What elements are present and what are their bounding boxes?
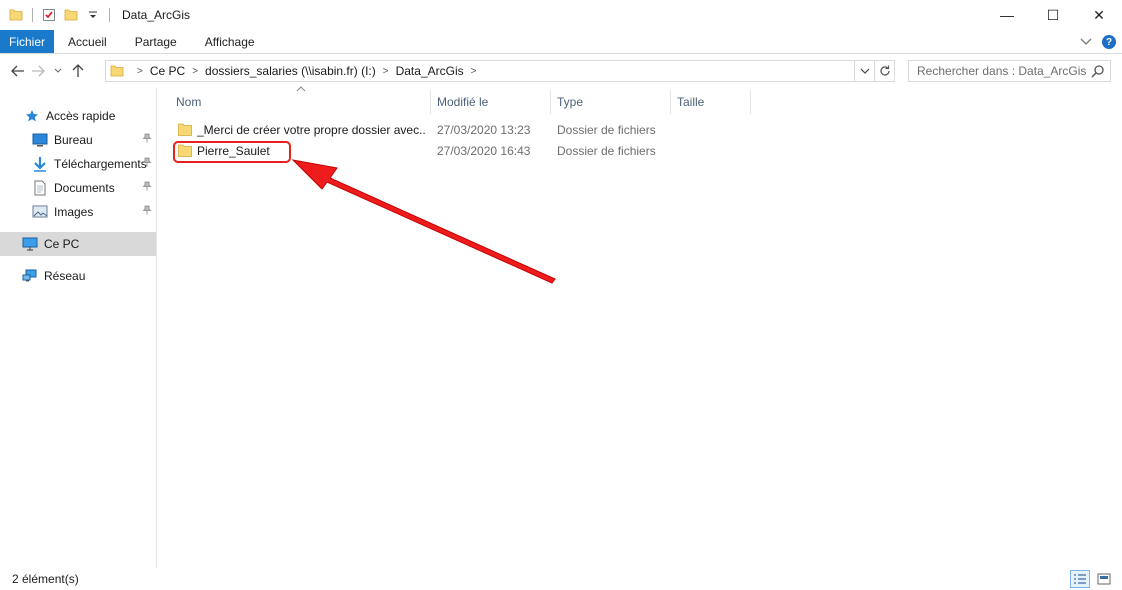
- breadcrumb-separator[interactable]: >: [130, 66, 150, 77]
- status-bar: 2 élément(s): [0, 568, 1122, 590]
- quick-access-toolbar: Data_ArcGis: [0, 0, 190, 30]
- sidebar-item-bureau[interactable]: Bureau: [0, 128, 156, 152]
- sidebar-item-label: Images: [54, 205, 94, 219]
- toolbar-separator: [32, 8, 33, 22]
- window-controls: — ☐ ✕: [984, 0, 1122, 30]
- view-switcher: [1070, 570, 1114, 588]
- chevron-down-icon[interactable]: [1080, 35, 1092, 49]
- toolbar-separator: [109, 8, 110, 22]
- star-icon: [24, 108, 40, 124]
- network-icon: [22, 268, 38, 284]
- search-input[interactable]: Rechercher dans : Data_ArcGis: [908, 60, 1111, 82]
- table-row[interactable]: _Merci de créer votre propre dossier ave…: [170, 120, 670, 141]
- column-header-nom[interactable]: Nom: [176, 90, 201, 114]
- computer-icon: [22, 236, 38, 252]
- tab-affichage[interactable]: Affichage: [191, 30, 269, 53]
- back-arrow-icon[interactable]: [8, 60, 28, 82]
- ribbon-right-controls: ?: [1080, 30, 1116, 54]
- breadcrumb-data-arcgis[interactable]: Data_ArcGis: [396, 64, 464, 78]
- folder-icon: [110, 64, 124, 78]
- customize-toolbar-icon[interactable]: [85, 7, 101, 23]
- address-history-dropdown[interactable]: [854, 61, 874, 81]
- pin-icon[interactable]: [142, 157, 152, 170]
- maximize-button[interactable]: ☐: [1030, 0, 1076, 30]
- properties-icon[interactable]: [41, 7, 57, 23]
- ribbon-tabs: Fichier Accueil Partage Affichage ?: [0, 30, 1122, 54]
- column-header-taille[interactable]: Taille: [677, 90, 704, 114]
- address-bar-controls: [854, 61, 894, 81]
- navigation-pane: Accès rapide Bureau Téléchargements Docu…: [0, 88, 157, 568]
- highlight-box: [173, 141, 291, 163]
- details-view-icon[interactable]: [1070, 570, 1090, 588]
- recent-locations-icon[interactable]: [48, 60, 68, 82]
- address-bar[interactable]: > Ce PC > dossiers_salaries (\\isabin.fr…: [105, 60, 895, 82]
- tab-partage[interactable]: Partage: [121, 30, 191, 53]
- file-list: Nom Modifié le Type Taille _Merci de cré…: [158, 86, 1122, 568]
- column-divider[interactable]: [550, 90, 551, 114]
- desktop-icon: [32, 132, 48, 148]
- sidebar-item-label: Ce PC: [44, 237, 80, 251]
- sidebar-item-images[interactable]: Images: [0, 200, 156, 224]
- column-divider[interactable]: [430, 90, 431, 114]
- window-title: Data_ArcGis: [122, 8, 191, 22]
- folder-icon: [178, 123, 192, 136]
- pin-icon[interactable]: [142, 181, 152, 194]
- file-type: Dossier de fichiers: [557, 123, 656, 137]
- tab-fichier[interactable]: Fichier: [0, 30, 55, 53]
- breadcrumb-ce-pc[interactable]: Ce PC: [150, 64, 185, 78]
- sidebar-item-label: Réseau: [44, 269, 86, 283]
- minimize-button[interactable]: —: [984, 0, 1030, 30]
- sidebar-item-telechargements[interactable]: Téléchargements: [0, 152, 156, 176]
- column-header-type[interactable]: Type: [557, 90, 583, 114]
- up-arrow-icon[interactable]: [68, 60, 88, 82]
- breadcrumb-drive[interactable]: dossiers_salaries (\\isabin.fr) (I:): [205, 64, 376, 78]
- file-explorer-window: Data_ArcGis — ☐ ✕ Fichier Accueil Partag…: [0, 0, 1122, 590]
- column-divider[interactable]: [670, 90, 671, 114]
- sidebar-item-label: Bureau: [54, 133, 93, 147]
- images-icon: [32, 204, 48, 220]
- file-modified: 27/03/2020 16:43: [437, 144, 531, 158]
- breadcrumb-separator[interactable]: >: [464, 66, 484, 77]
- download-icon: [32, 156, 48, 172]
- pin-icon[interactable]: [142, 205, 152, 218]
- sidebar-item-reseau[interactable]: Réseau: [0, 264, 156, 288]
- documents-icon: [32, 180, 48, 196]
- title-bar: Data_ArcGis — ☐ ✕: [0, 0, 1122, 30]
- refresh-icon[interactable]: [874, 61, 894, 81]
- file-name: _Merci de créer votre propre dossier ave…: [197, 123, 425, 137]
- sidebar-item-label: Accès rapide: [46, 109, 116, 123]
- file-type: Dossier de fichiers: [557, 144, 656, 158]
- new-folder-icon[interactable]: [63, 7, 79, 23]
- forward-arrow-icon[interactable]: [28, 60, 48, 82]
- sidebar-item-label: Téléchargements: [54, 157, 147, 171]
- help-icon[interactable]: ?: [1102, 35, 1116, 49]
- folder-icon: [8, 7, 24, 23]
- column-divider[interactable]: [750, 90, 751, 114]
- large-icons-view-icon[interactable]: [1094, 570, 1114, 588]
- sidebar-item-documents[interactable]: Documents: [0, 176, 156, 200]
- search-placeholder: Rechercher dans : Data_ArcGis: [917, 64, 1087, 78]
- file-modified: 27/03/2020 13:23: [437, 123, 531, 137]
- sidebar-item-ce-pc[interactable]: Ce PC: [0, 232, 156, 256]
- navigation-row: > Ce PC > dossiers_salaries (\\isabin.fr…: [0, 54, 1122, 88]
- search-icon[interactable]: [1091, 64, 1105, 78]
- tab-accueil[interactable]: Accueil: [54, 30, 121, 53]
- sidebar-item-acces-rapide[interactable]: Accès rapide: [0, 104, 156, 128]
- breadcrumb-separator[interactable]: >: [185, 66, 205, 77]
- sidebar-item-label: Documents: [54, 181, 115, 195]
- sort-ascending-icon: [296, 84, 306, 94]
- breadcrumb-separator[interactable]: >: [376, 66, 396, 77]
- column-header-modifie-le[interactable]: Modifié le: [437, 90, 488, 114]
- close-button[interactable]: ✕: [1076, 0, 1122, 30]
- pin-icon[interactable]: [142, 133, 152, 146]
- item-count: 2 élément(s): [12, 572, 79, 586]
